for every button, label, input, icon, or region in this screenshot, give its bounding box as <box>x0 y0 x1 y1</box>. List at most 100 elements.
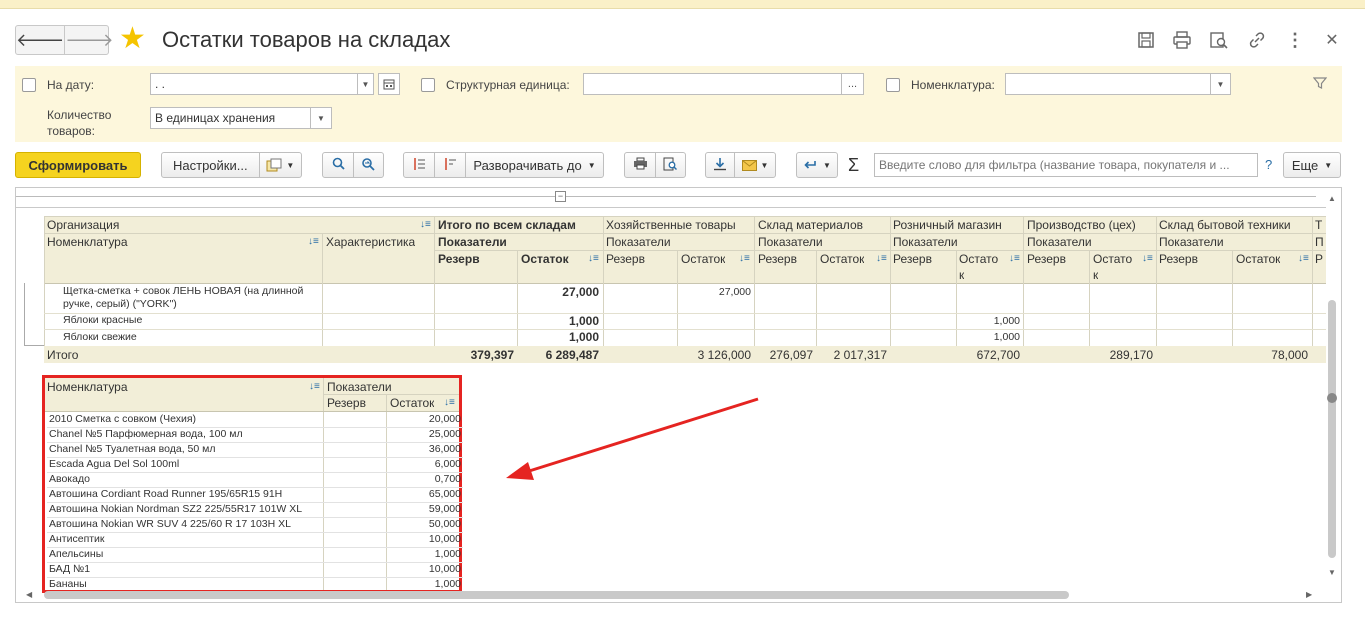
more-button[interactable]: Еще ▼ <box>1283 152 1341 178</box>
qty-select[interactable]: В единицах хранения <box>150 107 311 129</box>
table2-row-rest: 6,000 <box>434 458 461 470</box>
table2-row[interactable]: Авокадо 0,700 <box>47 472 463 488</box>
sort-icon[interactable]: ↓≡ <box>309 381 320 392</box>
header-rest-3a: Остато <box>959 252 999 266</box>
table2-row-name: Автошина Nokian WR SUV 4 225/60 R 17 103… <box>49 518 291 530</box>
envelope-icon <box>741 159 757 171</box>
sort-icon[interactable]: ↓≡ <box>1009 253 1020 264</box>
sort-icon[interactable]: ↓≡ <box>444 397 455 408</box>
preview-icon <box>663 157 678 170</box>
row-name[interactable]: Щетка-сметка + совок ЛЕНЬ НОВАЯ (на длин… <box>63 285 303 297</box>
date-checkbox[interactable] <box>22 78 36 92</box>
table2-row[interactable]: Апельсины 1,000 <box>47 547 463 563</box>
row-name[interactable]: Яблоки свежие <box>63 331 137 343</box>
sort-icon[interactable]: ↓≡ <box>588 253 599 264</box>
save-icon[interactable] <box>1136 30 1156 50</box>
print-button[interactable] <box>625 157 655 173</box>
search-input[interactable] <box>874 153 1258 177</box>
sort-icon[interactable]: ↓≡ <box>1298 253 1309 264</box>
struct-label: Структурная единица: <box>446 78 570 92</box>
vertical-scrollbar-thumb[interactable] <box>1328 300 1336 558</box>
scroll-left-icon[interactable]: ◀ <box>26 590 32 599</box>
arrow-right-icon: 🡒 <box>65 29 114 50</box>
nomenclature-checkbox[interactable] <box>886 78 900 92</box>
table2-row[interactable]: Автошина Nokian Nordman SZ2 225/55R17 10… <box>47 502 463 518</box>
sort-icon[interactable]: ↓≡ <box>876 253 887 264</box>
header-indicators-2: Показатели <box>758 235 823 249</box>
link-icon[interactable] <box>1247 30 1267 50</box>
variants-button[interactable]: ▼ <box>260 158 301 172</box>
table2-row[interactable]: 2010 Сметка с совком (Чехия) 20,000 <box>47 412 463 428</box>
generate-button[interactable]: Сформировать <box>15 152 141 178</box>
horizontal-scrollbar-thumb[interactable] <box>44 591 1069 599</box>
date-field[interactable]: . . <box>150 73 358 95</box>
total-label: Итого <box>47 348 79 362</box>
row-name[interactable]: Яблоки красные <box>63 314 142 326</box>
table2-row-name: Автошина Cordiant Road Runner 195/65R15 … <box>49 488 283 500</box>
expand-all-button[interactable] <box>435 157 465 174</box>
table2-row-rest: 10,000 <box>428 533 461 545</box>
calendar-button[interactable] <box>378 73 400 95</box>
struct-checkbox[interactable] <box>421 78 435 92</box>
sort-icon[interactable]: ↓≡ <box>1142 253 1153 264</box>
nomenclature-dropdown-button[interactable]: ▼ <box>1211 73 1231 95</box>
table2-row[interactable]: Бананы 1,000 <box>47 577 463 592</box>
header-indicators-total: Показатели <box>438 235 507 249</box>
nomenclature-field[interactable] <box>1005 73 1211 95</box>
forward-button[interactable]: 🡒 <box>64 26 114 54</box>
table2-row-name: Бананы <box>49 578 87 590</box>
help-icon[interactable]: ? <box>1265 157 1272 172</box>
favorite-star-icon[interactable]: ★ <box>119 24 146 54</box>
total-w2-rest: 2 017,317 <box>833 348 887 362</box>
header-total-all: Итого по всем складам <box>438 218 576 232</box>
table2-row-name: Антисептик <box>49 533 105 545</box>
collapse-all-button[interactable] <box>404 157 434 174</box>
struct-field[interactable] <box>583 73 842 95</box>
table2-row[interactable]: БАД №1 10,000 <box>47 562 463 578</box>
table2-row-rest: 59,000 <box>428 503 461 515</box>
download-button[interactable] <box>706 157 734 174</box>
scroll-up-icon[interactable]: ▲ <box>1328 194 1336 203</box>
filter-funnel-icon[interactable] <box>1312 76 1328 93</box>
sum-sigma-icon[interactable]: Σ <box>848 155 859 176</box>
search-next-button[interactable] <box>354 157 383 174</box>
preview-button[interactable] <box>656 157 685 174</box>
search-button[interactable] <box>323 157 353 173</box>
more-vertical-icon[interactable]: ⋮ <box>1285 30 1305 50</box>
sort-icon[interactable]: ↓≡ <box>739 253 750 264</box>
header-indicators-3: Показатели <box>893 235 958 249</box>
goto-button[interactable]: ▼ <box>796 152 838 178</box>
scroll-down-icon[interactable]: ▼ <box>1328 568 1336 577</box>
date-dropdown-button[interactable]: ▼ <box>358 73 374 95</box>
grouping-group: Разворачивать до ▼ <box>403 152 604 178</box>
table2-row[interactable]: Антисептик 10,000 <box>47 532 463 548</box>
table2-row[interactable]: Автошина Nokian WR SUV 4 225/60 R 17 103… <box>47 517 463 533</box>
back-button[interactable]: 🡐 <box>16 26 64 54</box>
table2-row-rest: 20,000 <box>428 413 461 425</box>
settings-group: Настройки... ▼ <box>161 152 302 178</box>
email-button[interactable]: ▼ <box>735 159 775 171</box>
expand-to-label: Разворачивать до <box>473 157 582 173</box>
table2-row[interactable]: Chanel №5 Туалетная вода, 50 мл 36,000 <box>47 442 463 458</box>
print-icon[interactable] <box>1172 30 1192 50</box>
table2-row[interactable]: Chanel №5 Парфюмерная вода, 100 мл 25,000 <box>47 427 463 443</box>
table2-row-name: БАД №1 <box>49 563 91 575</box>
row-w1-rest: 27,000 <box>718 286 751 298</box>
table2-row[interactable]: Автошина Cordiant Road Runner 195/65R15 … <box>47 487 463 503</box>
qty-dropdown-button[interactable]: ▼ <box>311 107 332 129</box>
table2-row[interactable]: Escada Agua Del Sol 100ml 6,000 <box>47 457 463 473</box>
collapse-toggle-icon[interactable]: − <box>555 191 566 202</box>
table2-row-name: Апельсины <box>49 548 104 560</box>
sort-icon[interactable]: ↓≡ <box>420 219 431 230</box>
preview-icon[interactable] <box>1209 30 1229 50</box>
scroll-right-icon[interactable]: ▶ <box>1306 590 1312 599</box>
scroll-position-marker[interactable] <box>1327 393 1337 403</box>
header-warehouse-3: Розничный магазин <box>893 218 1002 232</box>
sort-icon[interactable]: ↓≡ <box>308 236 319 247</box>
struct-select-button[interactable]: ... <box>842 73 864 95</box>
settings-button[interactable]: Настройки... <box>162 158 259 173</box>
close-icon[interactable]: ✕ <box>1322 30 1342 50</box>
header-rest-3b: к <box>959 268 965 282</box>
expand-to-button[interactable]: Разворачивать до ▼ <box>466 158 603 173</box>
table2-header-nomenclature: Номенклатура <box>47 380 128 394</box>
